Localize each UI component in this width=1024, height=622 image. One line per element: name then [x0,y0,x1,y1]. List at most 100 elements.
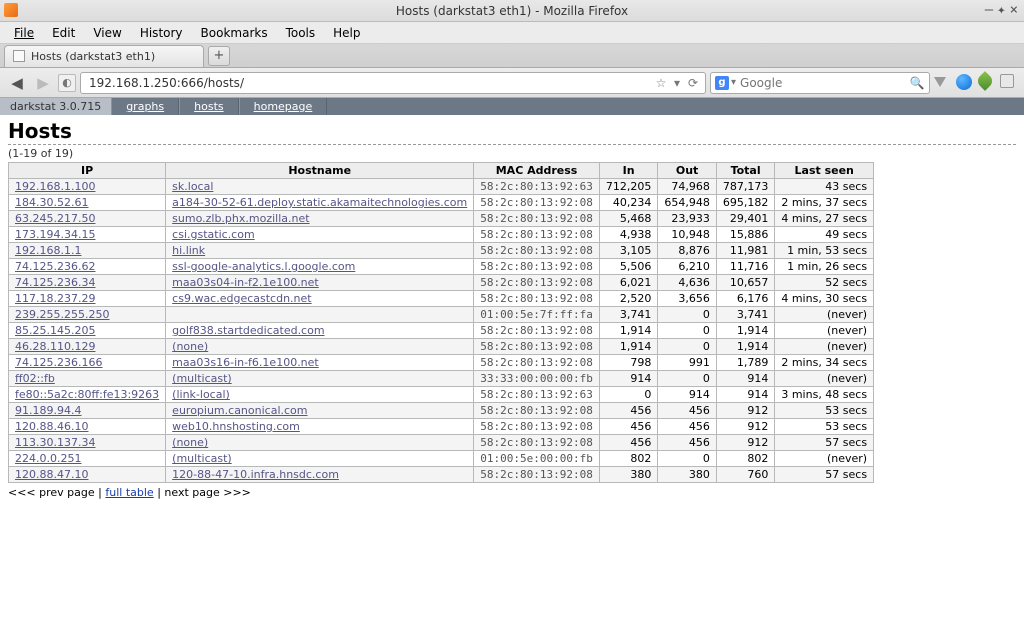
cell-ip[interactable]: 113.30.137.34 [9,435,166,451]
cell-ip[interactable]: 46.28.110.129 [9,339,166,355]
cell-ip[interactable]: 74.125.236.62 [9,259,166,275]
cell-ip[interactable]: 63.245.217.50 [9,211,166,227]
col-lastseen[interactable]: Last seen [775,163,874,179]
pager-full-link[interactable]: full table [105,486,153,499]
cell-hostname[interactable]: 120-88-47-10.infra.hnsdc.com [166,467,474,483]
menu-bookmarks[interactable]: Bookmarks [193,24,276,42]
cell-ip[interactable]: 117.18.237.29 [9,291,166,307]
tab-label: Hosts (darkstat3 eth1) [31,50,155,63]
cell-lastseen: 4 mins, 30 secs [775,291,874,307]
cell-hostname[interactable] [166,307,474,323]
cell-hostname[interactable]: a184-30-52-61.deploy.static.akamaitechno… [166,195,474,211]
cell-lastseen: (never) [775,371,874,387]
pager: <<< prev page | full table | next page >… [8,486,1016,499]
cell-hostname[interactable]: (none) [166,339,474,355]
reader-mode-icon[interactable]: ☆ [653,75,669,91]
cell-ip[interactable]: 184.30.52.61 [9,195,166,211]
back-button[interactable]: ◀ [6,72,28,94]
cell-ip[interactable]: ff02::fb [9,371,166,387]
cell-total: 1,914 [716,323,775,339]
cell-hostname[interactable]: europium.canonical.com [166,403,474,419]
cell-hostname[interactable]: hi.link [166,243,474,259]
col-ip[interactable]: IP [9,163,166,179]
downloads-icon[interactable] [934,74,952,92]
url-bar[interactable]: ☆ ▾ ⟳ [80,72,706,94]
tab-favicon [13,50,25,62]
cell-out: 10,948 [658,227,717,243]
minimize-button[interactable]: — [985,2,993,18]
menu-edit[interactable]: Edit [44,24,83,42]
cell-lastseen: (never) [775,451,874,467]
addon-leaf-icon[interactable] [978,74,996,92]
cell-ip[interactable]: 224.0.0.251 [9,451,166,467]
cell-in: 4,938 [599,227,658,243]
cell-ip[interactable]: 192.168.1.100 [9,179,166,195]
cell-hostname[interactable]: sumo.zlb.phx.mozilla.net [166,211,474,227]
table-row: 91.189.94.4europium.canonical.com58:2c:8… [9,403,874,419]
close-button[interactable]: × [1010,2,1018,18]
cell-hostname[interactable]: sk.local [166,179,474,195]
cell-ip[interactable]: 74.125.236.166 [9,355,166,371]
search-bar[interactable]: g ▾ 🔍 [710,72,930,94]
search-submit-icon[interactable]: 🔍 [909,75,925,91]
col-out[interactable]: Out [658,163,717,179]
app-navbar: darkstat 3.0.715 graphs hosts homepage [0,98,1024,115]
cell-hostname[interactable]: (multicast) [166,371,474,387]
browser-tab[interactable]: Hosts (darkstat3 eth1) [4,45,204,67]
reload-icon[interactable]: ⟳ [685,75,701,91]
cell-ip[interactable]: 74.125.236.34 [9,275,166,291]
cell-hostname[interactable]: (multicast) [166,451,474,467]
cell-ip[interactable]: 173.194.34.15 [9,227,166,243]
menu-file[interactable]: File [6,24,42,42]
table-row: 63.245.217.50sumo.zlb.phx.mozilla.net58:… [9,211,874,227]
cell-in: 456 [599,435,658,451]
cell-total: 29,401 [716,211,775,227]
cell-hostname[interactable]: csi.gstatic.com [166,227,474,243]
col-in[interactable]: In [599,163,658,179]
cell-mac: 58:2c:80:13:92:08 [474,419,600,435]
dropdown-icon[interactable]: ▾ [669,75,685,91]
cell-ip[interactable]: fe80::5a2c:80ff:fe13:9263 [9,387,166,403]
toolbar: ◀ ▶ ◐ ☆ ▾ ⟳ g ▾ 🔍 [0,68,1024,98]
col-hostname[interactable]: Hostname [166,163,474,179]
cell-mac: 01:00:5e:7f:ff:fa [474,307,600,323]
cell-out: 0 [658,451,717,467]
menu-view[interactable]: View [85,24,129,42]
cell-out: 8,876 [658,243,717,259]
pager-sep1: | [95,486,106,499]
cell-hostname[interactable]: maa03s04-in-f2.1e100.net [166,275,474,291]
search-input[interactable] [736,76,909,90]
nav-homepage[interactable]: homepage [239,98,328,115]
cell-out: 456 [658,419,717,435]
cell-hostname[interactable]: maa03s16-in-f6.1e100.net [166,355,474,371]
col-mac[interactable]: MAC Address [474,163,600,179]
cell-ip[interactable]: 192.168.1.1 [9,243,166,259]
maximize-button[interactable]: ✦ [997,2,1005,18]
addon-cup-icon[interactable] [1000,74,1018,92]
cell-out: 914 [658,387,717,403]
menu-tools[interactable]: Tools [278,24,324,42]
site-identity-icon[interactable]: ◐ [58,74,76,92]
home-icon[interactable] [956,74,974,92]
menu-history[interactable]: History [132,24,191,42]
cell-hostname[interactable]: cs9.wac.edgecastcdn.net [166,291,474,307]
cell-hostname[interactable]: web10.hnshosting.com [166,419,474,435]
new-tab-button[interactable]: + [208,46,230,66]
cell-hostname[interactable]: (link-local) [166,387,474,403]
cell-ip[interactable]: 85.25.145.205 [9,323,166,339]
cell-hostname[interactable]: ssl-google-analytics.l.google.com [166,259,474,275]
nav-graphs[interactable]: graphs [111,98,179,115]
cell-hostname[interactable]: (none) [166,435,474,451]
col-total[interactable]: Total [716,163,775,179]
hosts-table: IP Hostname MAC Address In Out Total Las… [8,162,874,483]
cell-ip[interactable]: 120.88.47.10 [9,467,166,483]
cell-in: 5,506 [599,259,658,275]
cell-ip[interactable]: 120.88.46.10 [9,419,166,435]
forward-button[interactable]: ▶ [32,72,54,94]
cell-hostname[interactable]: golf838.startdedicated.com [166,323,474,339]
nav-hosts[interactable]: hosts [179,98,238,115]
cell-ip[interactable]: 91.189.94.4 [9,403,166,419]
cell-ip[interactable]: 239.255.255.250 [9,307,166,323]
menu-help[interactable]: Help [325,24,368,42]
url-input[interactable] [85,76,653,90]
